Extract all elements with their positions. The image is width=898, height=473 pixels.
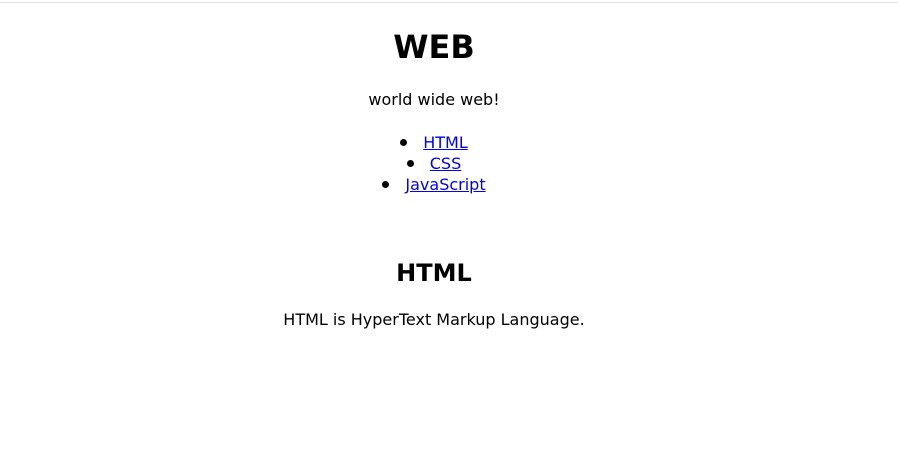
section-text-html: HTML is HyperText Markup Language. [283, 310, 585, 329]
link-css[interactable]: CSS [430, 154, 461, 173]
nav-list: HTML CSS JavaScript [0, 132, 868, 195]
bullet-icon [382, 181, 390, 188]
intro-text: world wide web! [368, 90, 500, 109]
section-heading-html: HTML [396, 259, 472, 287]
page-title: WEB [393, 28, 475, 66]
link-html[interactable]: HTML [423, 133, 468, 152]
top-divider [0, 2, 898, 3]
list-item: CSS [0, 153, 868, 174]
list-item: HTML [0, 132, 868, 153]
link-javascript[interactable]: JavaScript [405, 175, 485, 194]
bullet-icon [400, 139, 408, 146]
bullet-icon [406, 160, 414, 167]
list-item: JavaScript [0, 174, 868, 195]
